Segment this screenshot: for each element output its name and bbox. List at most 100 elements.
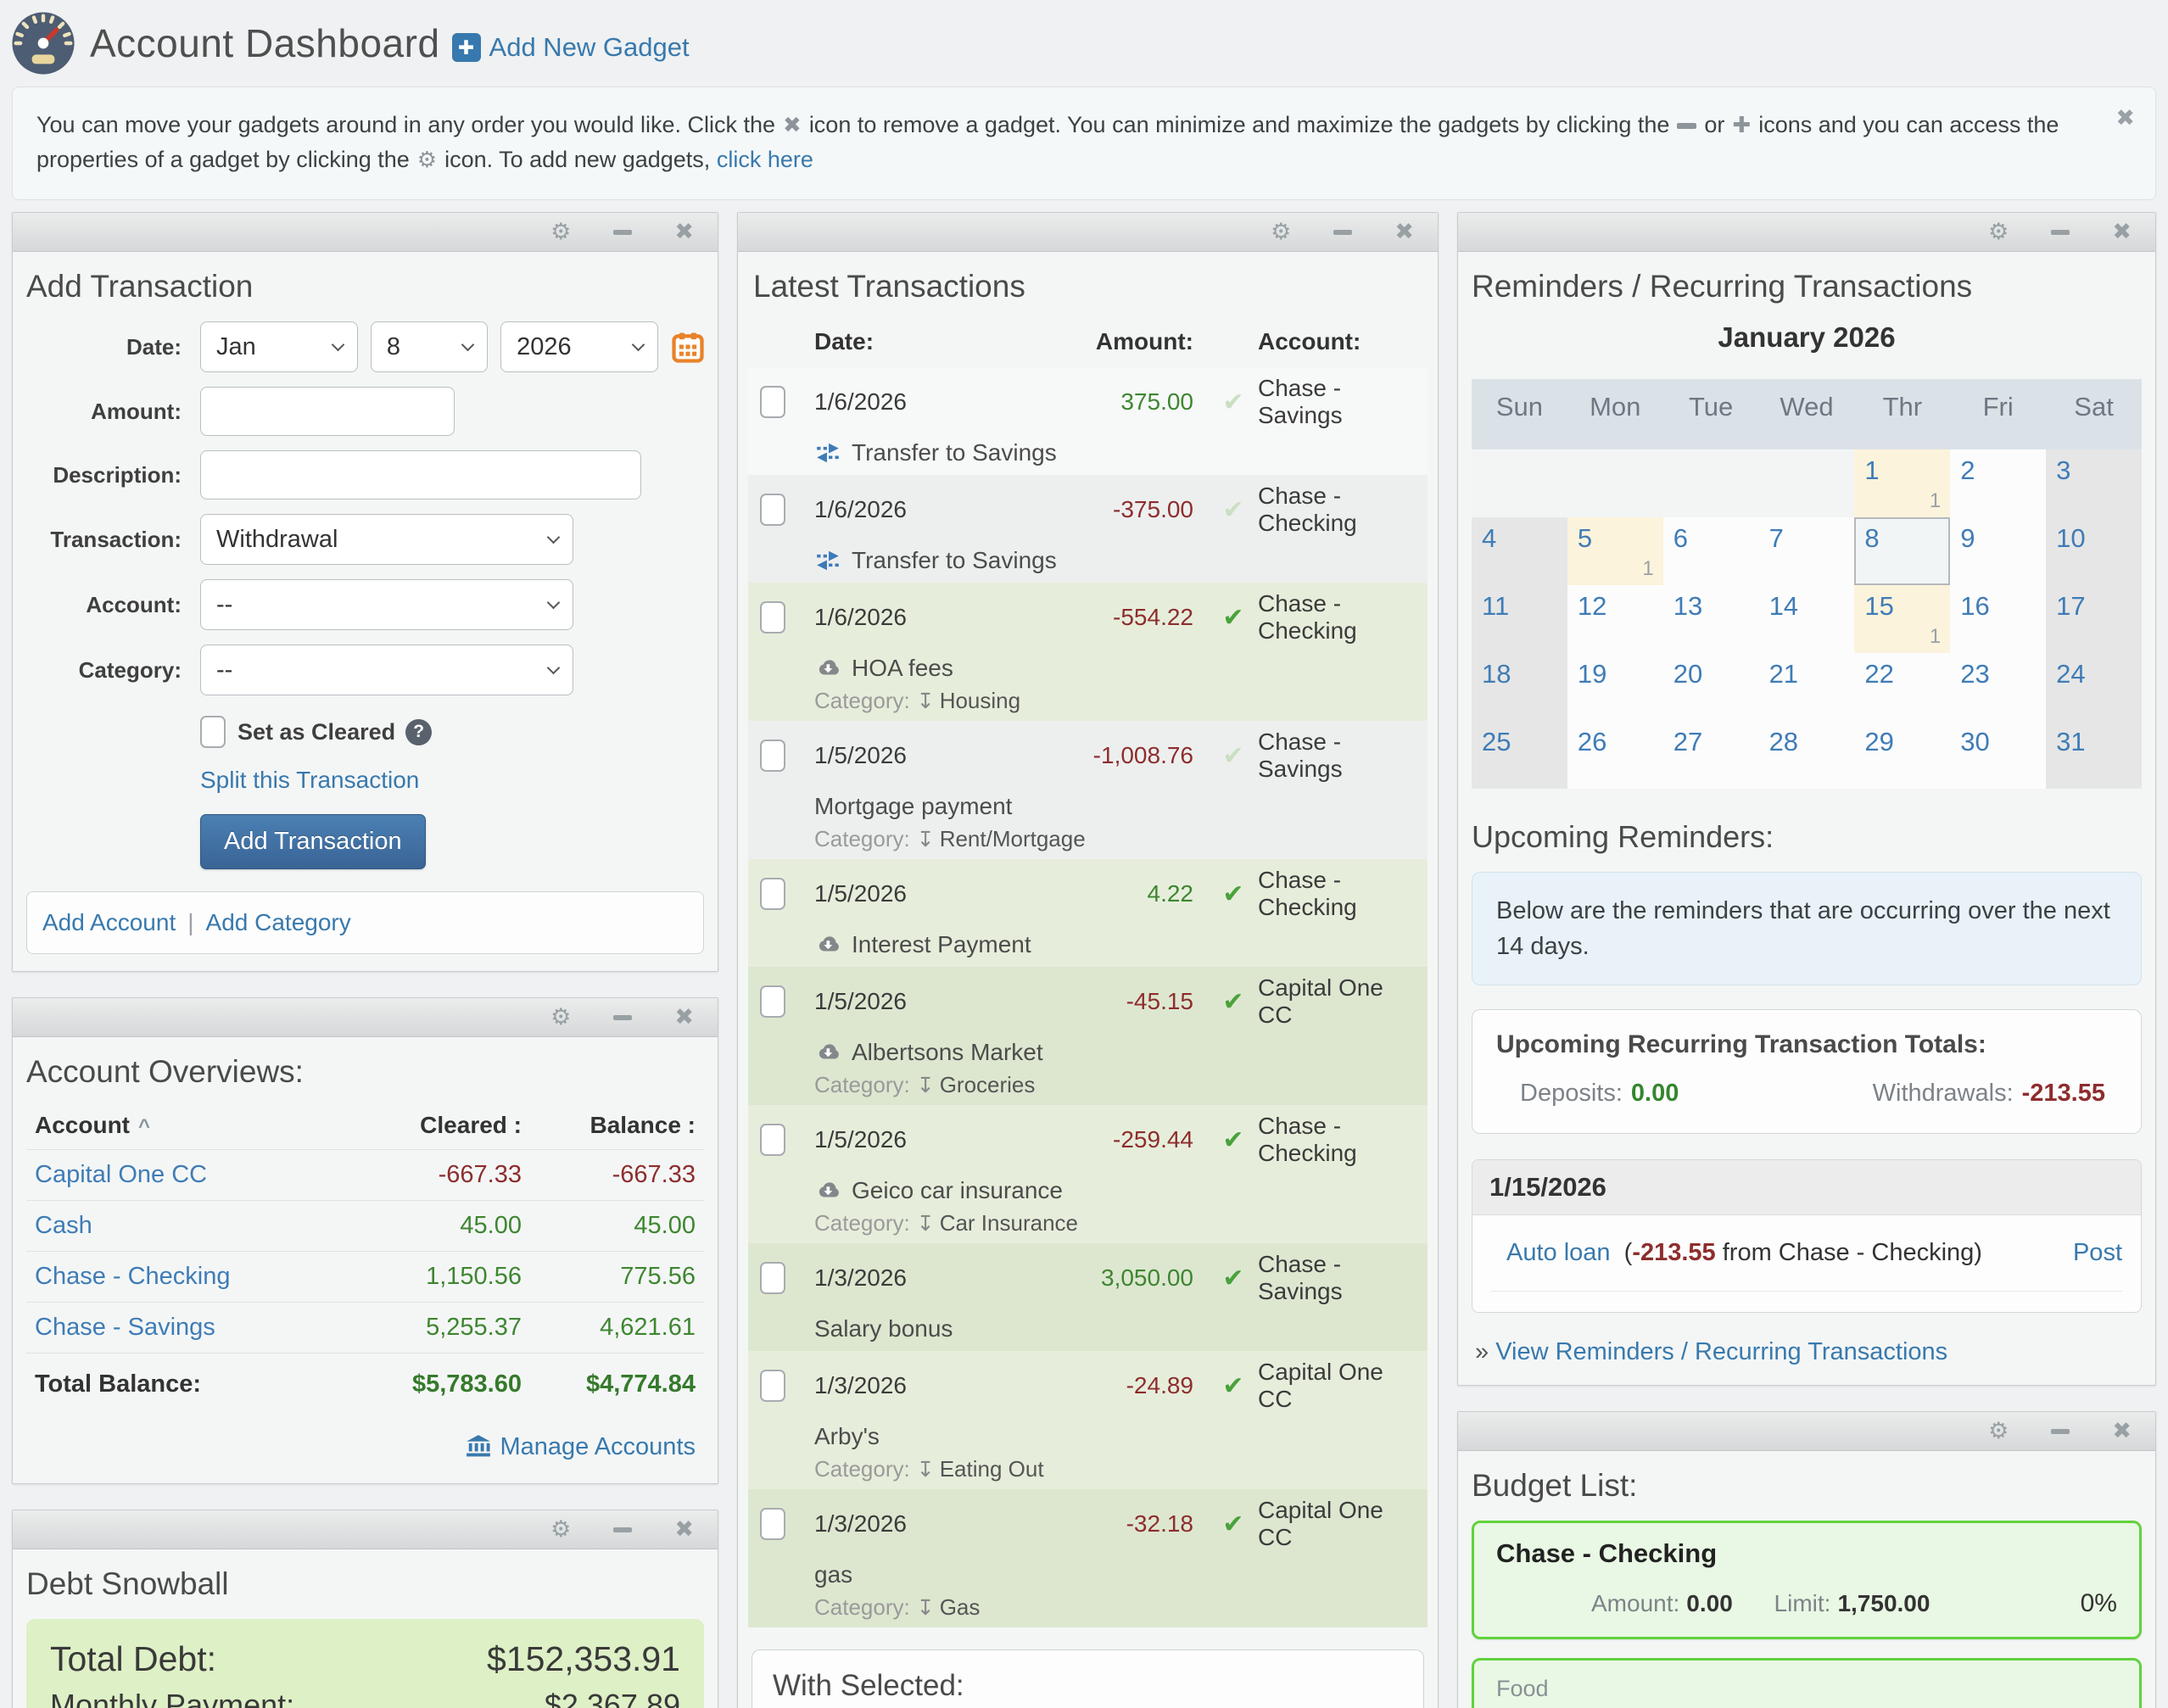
calendar-day[interactable]: 6 <box>1663 517 1759 585</box>
transaction-row[interactable]: 1/6/2026 -375.00 ✔ Chase - Checking Tran… <box>748 475 1428 583</box>
close-icon[interactable]: ✖ <box>674 1518 694 1541</box>
calendar-day[interactable]: 28 <box>1759 721 1855 789</box>
set-as-cleared-checkbox[interactable] <box>200 716 226 748</box>
gear-icon[interactable]: ⚙ <box>1988 1420 2009 1443</box>
calendar-day[interactable]: 30 <box>1950 721 2046 789</box>
minimize-icon[interactable] <box>2051 1429 2070 1434</box>
column-cleared[interactable]: Cleared : <box>356 1112 522 1139</box>
column-balance[interactable]: Balance : <box>522 1112 696 1139</box>
manage-accounts-link[interactable]: Manage Accounts <box>35 1433 696 1461</box>
row-checkbox[interactable] <box>760 878 785 910</box>
budget-item[interactable]: Chase - Checking Amount:0.00 Limit:1,750… <box>1472 1521 2142 1639</box>
row-checkbox[interactable] <box>760 601 785 634</box>
calendar-day[interactable]: 21 <box>1759 653 1855 721</box>
row-checkbox[interactable] <box>760 985 785 1018</box>
transaction-row[interactable]: 1/5/2026 4.22 ✔ Chase - Checking Interes… <box>748 859 1428 967</box>
add-transaction-button[interactable]: Add Transaction <box>200 814 426 869</box>
transaction-row[interactable]: 1/5/2026 -45.15 ✔ Capital One CC Alberts… <box>748 967 1428 1105</box>
calendar-day[interactable]: 22 <box>1854 653 1950 721</box>
transaction-type-select[interactable]: Withdrawal <box>200 514 573 565</box>
calendar-day[interactable]: 9 <box>1950 517 2046 585</box>
transaction-row[interactable]: 1/6/2026 375.00 ✔ Chase - Savings Transf… <box>748 367 1428 475</box>
amount-field[interactable] <box>200 387 455 436</box>
click-here-link[interactable]: click here <box>717 147 813 172</box>
description-field[interactable] <box>200 450 641 500</box>
calendar-day[interactable]: 10 <box>2046 517 2142 585</box>
calendar-day[interactable]: 31 <box>2046 721 2142 789</box>
auto-loan-link[interactable]: Auto loan <box>1506 1239 1611 1267</box>
year-select[interactable]: 2026 <box>500 321 658 372</box>
gear-icon[interactable]: ⚙ <box>550 220 571 243</box>
view-reminders-link[interactable]: » View Reminders / Recurring Transaction… <box>1475 1338 2138 1366</box>
account-link[interactable]: Chase - Savings <box>35 1314 356 1342</box>
category-select[interactable]: -- <box>200 645 573 695</box>
transaction-row[interactable]: 1/6/2026 -554.22 ✔ Chase - Checking HOA … <box>748 583 1428 721</box>
calendar-day[interactable]: 3 <box>2046 449 2142 517</box>
calendar-day[interactable]: 4 <box>1472 517 1567 585</box>
close-icon[interactable]: ✖ <box>1394 220 1414 243</box>
gadget-titlebar[interactable]: ⚙ ✖ <box>738 213 1438 252</box>
add-account-link[interactable]: Add Account <box>42 909 176 935</box>
calendar-day[interactable]: 19 <box>1567 653 1663 721</box>
calendar-day[interactable]: 18 <box>1472 653 1567 721</box>
transaction-row[interactable]: 1/5/2026 -1,008.76 ✔ Chase - Savings Mor… <box>748 721 1428 859</box>
calendar-day-today[interactable]: 8 <box>1854 517 1950 585</box>
account-link[interactable]: Cash <box>35 1212 356 1240</box>
calendar-day[interactable]: 13 <box>1663 585 1759 653</box>
row-checkbox[interactable] <box>760 1370 785 1402</box>
gadget-titlebar[interactable]: ⚙ ✖ <box>13 998 718 1037</box>
transaction-row[interactable]: 1/3/2026 -24.89 ✔ Capital One CC Arby's … <box>748 1351 1428 1489</box>
budget-item[interactable]: Food Eating Out Amount:0.00 Limit:130.00… <box>1472 1658 2142 1708</box>
calendar-day[interactable]: 11 <box>1854 449 1950 517</box>
row-checkbox[interactable] <box>760 494 785 526</box>
gadget-titlebar[interactable]: ⚙ ✖ <box>13 1510 718 1549</box>
minimize-icon[interactable] <box>613 1527 632 1532</box>
minimize-icon[interactable] <box>613 230 632 235</box>
row-checkbox[interactable] <box>760 1508 785 1540</box>
calendar-day[interactable]: 24 <box>2046 653 2142 721</box>
transaction-row[interactable]: 1/3/2026 -32.18 ✔ Capital One CC gas Cat… <box>748 1489 1428 1627</box>
gadget-titlebar[interactable]: ⚙ ✖ <box>13 213 718 252</box>
calendar-day[interactable]: 25 <box>1472 721 1567 789</box>
close-icon[interactable]: ✖ <box>674 1006 694 1029</box>
close-icon[interactable]: ✖ <box>2112 1420 2132 1443</box>
minimize-icon[interactable] <box>613 1015 632 1020</box>
row-checkbox[interactable] <box>760 1124 785 1156</box>
add-category-link[interactable]: Add Category <box>206 909 351 935</box>
calendar-day[interactable]: 7 <box>1759 517 1855 585</box>
add-new-gadget-link[interactable]: ✚ Add New Gadget <box>452 32 690 63</box>
calendar-day[interactable]: 51 <box>1567 517 1663 585</box>
month-select[interactable]: Jan <box>200 321 358 372</box>
calendar-day[interactable]: 151 <box>1854 585 1950 653</box>
calendar-day[interactable]: 16 <box>1950 585 2046 653</box>
gadget-titlebar[interactable]: ⚙ ✖ <box>1458 213 2155 252</box>
transaction-row[interactable]: 1/5/2026 -259.44 ✔ Chase - Checking Geic… <box>748 1105 1428 1243</box>
calendar-day[interactable]: 12 <box>1567 585 1663 653</box>
post-link[interactable]: Post <box>2073 1239 2122 1267</box>
account-link[interactable]: Capital One CC <box>35 1161 356 1189</box>
calendar-day[interactable]: 17 <box>2046 585 2142 653</box>
minimize-icon[interactable] <box>1333 230 1352 235</box>
gear-icon[interactable]: ⚙ <box>550 1518 571 1541</box>
banner-close-icon[interactable]: ✖ <box>2115 101 2135 136</box>
calendar-day[interactable]: 14 <box>1759 585 1855 653</box>
calendar-day[interactable]: 20 <box>1663 653 1759 721</box>
calendar-day[interactable]: 26 <box>1567 721 1663 789</box>
calendar-day[interactable]: 27 <box>1663 721 1759 789</box>
account-select[interactable]: -- <box>200 579 573 630</box>
close-icon[interactable]: ✖ <box>674 220 694 243</box>
datepicker-calendar-icon[interactable] <box>672 328 704 366</box>
column-account[interactable]: Account^ <box>35 1112 356 1139</box>
row-checkbox[interactable] <box>760 740 785 772</box>
split-transaction-link[interactable]: Split this Transaction <box>200 767 419 793</box>
row-checkbox[interactable] <box>760 386 785 418</box>
minimize-icon[interactable] <box>2051 230 2070 235</box>
calendar-day[interactable]: 23 <box>1950 653 2046 721</box>
calendar-day[interactable]: 2 <box>1950 449 2046 517</box>
gear-icon[interactable]: ⚙ <box>1271 220 1291 243</box>
close-icon[interactable]: ✖ <box>2112 220 2132 243</box>
gear-icon[interactable]: ⚙ <box>550 1006 571 1029</box>
gear-icon[interactable]: ⚙ <box>1988 220 2009 243</box>
help-question-icon[interactable]: ? <box>405 719 432 745</box>
transaction-row[interactable]: 1/3/2026 3,050.00 ✔ Chase - Savings Sala… <box>748 1243 1428 1351</box>
